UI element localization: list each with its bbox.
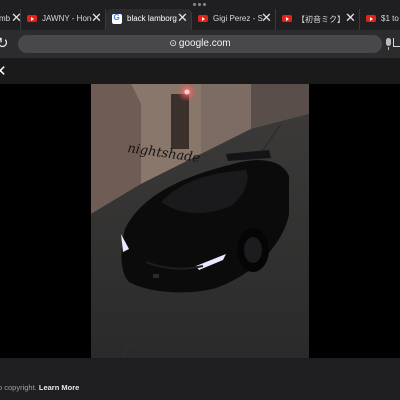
image-footer: o copyright. Learn More [0,358,400,400]
lamborghini-photo[interactable]: nightshade [91,84,309,358]
tab-bar: mb ✕ JAWNY - Hone ✕ black lamborg ✕ Gigi… [0,0,400,30]
tab-2[interactable]: JAWNY - Hone ✕ [21,9,106,30]
tab-5-close-icon[interactable]: ✕ [345,11,356,25]
tab-3-close-icon[interactable]: ✕ [177,11,188,25]
tab-6[interactable]: $1 to $ [360,9,400,30]
close-viewer-icon[interactable]: ✕ [0,62,7,80]
youtube-icon [366,15,376,22]
image-viewer: nightshade [0,84,400,358]
tab-5[interactable]: 【初音ミク】 ✕ [276,9,360,30]
youtube-icon [198,15,208,22]
image-viewer-header: ✕ [0,58,400,84]
address-bar[interactable]: ⊙ google.com [18,35,391,53]
tab-4[interactable]: Gigi Perez - Sa ✕ [192,9,276,30]
tab-3-active[interactable]: black lamborg ✕ [106,9,192,30]
share-icon[interactable] [393,38,400,47]
tab-3-title: black lamborg [127,14,177,23]
tab-2-close-icon[interactable]: ✕ [91,11,102,25]
tab-4-close-icon[interactable]: ✕ [261,11,272,25]
reload-icon[interactable]: ↻ [0,34,9,52]
tab-1[interactable]: mb ✕ [0,9,22,30]
microphone-icon[interactable] [386,38,391,50]
tab-6-title: $1 to $ [381,14,400,23]
tab-4-title: Gigi Perez - Sa [213,14,263,23]
google-icon [112,13,122,24]
tab-1-title: mb [0,14,11,23]
copyright-notice: o copyright. [0,383,37,392]
tab-2-title: JAWNY - Hone [42,14,92,23]
youtube-icon [282,15,292,22]
tab-5-title: 【初音ミク】 [297,15,345,24]
youtube-icon [27,15,37,22]
lock-icon: ⊙ [169,38,177,48]
url-text: google.com [178,38,231,49]
more-dots-icon[interactable] [193,3,207,7]
learn-more-link[interactable]: Learn More [39,383,79,392]
